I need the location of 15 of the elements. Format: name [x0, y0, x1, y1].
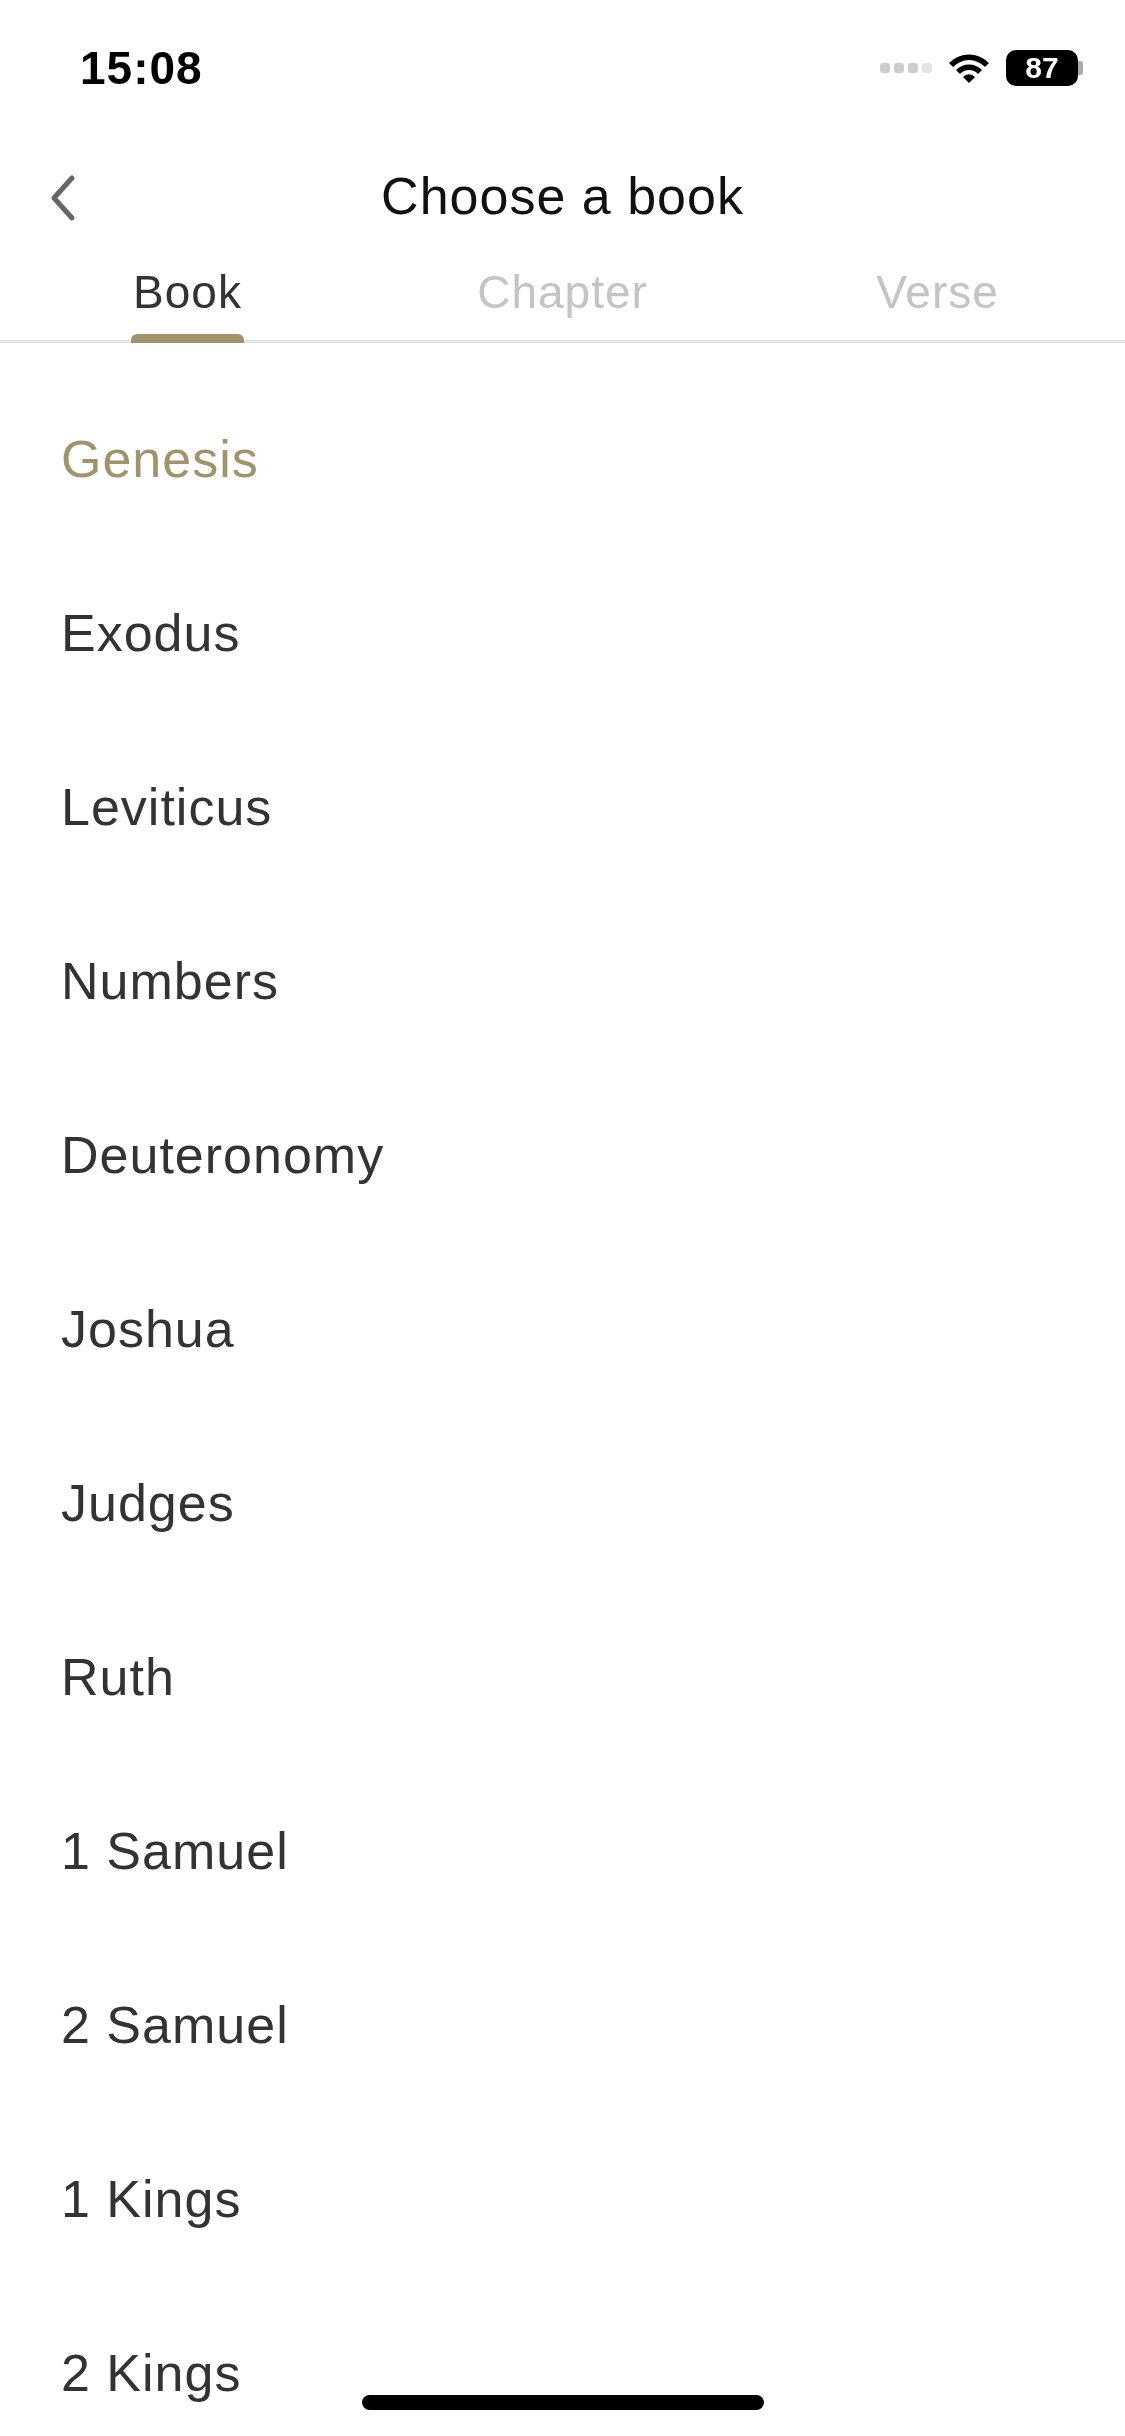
page-title: Choose a book — [381, 166, 744, 226]
book-item[interactable]: Joshua — [61, 1299, 235, 1359]
book-item[interactable]: Exodus — [61, 603, 241, 663]
book-item[interactable]: 1 Kings — [61, 2169, 242, 2229]
book-item[interactable]: Leviticus — [61, 777, 273, 837]
book-item[interactable]: Judges — [61, 1473, 235, 1533]
signal-icon — [880, 61, 932, 75]
tab[interactable]: Book — [133, 256, 242, 340]
book-item[interactable]: 2 Kings — [61, 2343, 242, 2403]
book-item[interactable]: Deuteronomy — [61, 1125, 385, 1185]
book-item[interactable]: Ruth — [61, 1647, 175, 1707]
book-item[interactable]: 1 Samuel — [61, 1821, 289, 1881]
status-time: 15:08 — [80, 41, 203, 95]
book-item[interactable]: Numbers — [61, 951, 279, 1011]
book-item[interactable]: 2 Samuel — [61, 1995, 289, 2055]
